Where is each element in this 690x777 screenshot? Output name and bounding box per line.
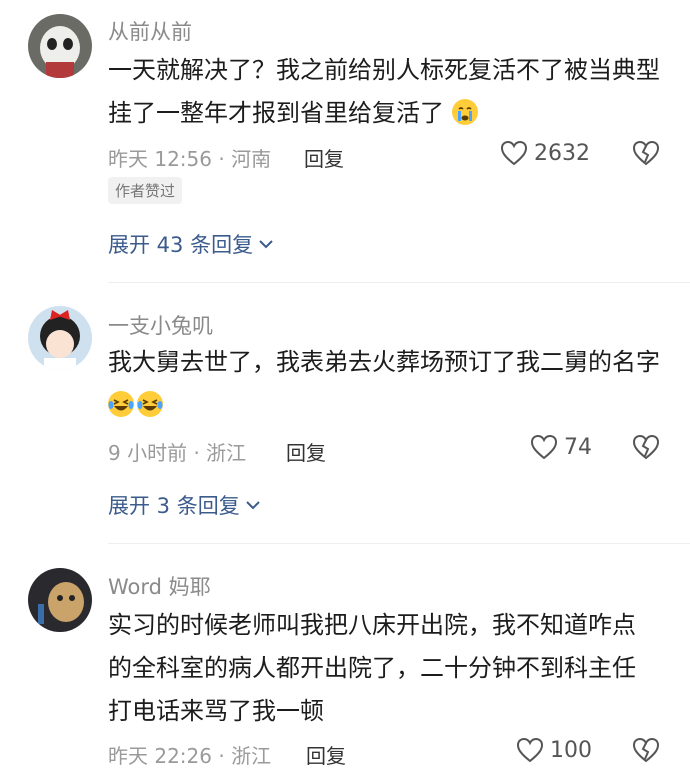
timestamp: 昨天 22:26 — [108, 744, 212, 768]
laughing-tears-emoji — [108, 391, 134, 417]
location: 浙江 — [206, 441, 247, 465]
broken-heart-icon — [632, 434, 660, 460]
crying-emoji — [451, 99, 478, 125]
dislike-button[interactable] — [632, 737, 660, 767]
like-button[interactable]: 2632 — [500, 140, 590, 166]
chevron-down-icon — [259, 240, 273, 249]
heart-icon — [500, 140, 528, 166]
username[interactable]: Word 妈耶 — [108, 571, 211, 601]
location: 河南 — [231, 147, 272, 171]
author-liked-badge: 作者赞过 — [108, 177, 183, 204]
divider — [108, 282, 690, 283]
divider — [108, 543, 690, 544]
like-count: 100 — [550, 737, 592, 763]
avatar[interactable] — [28, 568, 92, 632]
laughing-tears-emoji — [137, 391, 163, 417]
reply-button[interactable]: 回复 — [304, 143, 344, 172]
username[interactable]: 一支小兔叽 — [108, 310, 213, 340]
comment-text: 一天就解决了？我之前给别人标死复活不了被当典型挂了一整年才报到省里给复活了 — [108, 56, 660, 127]
like-count: 2632 — [534, 140, 590, 166]
broken-heart-icon — [632, 737, 660, 763]
like-button[interactable]: 100 — [516, 737, 592, 763]
comment-meta: 9 小时前 · 浙江 回复 — [108, 437, 326, 466]
heart-icon — [516, 737, 544, 763]
broken-heart-icon — [632, 140, 660, 166]
comment-meta: 昨天 22:26 · 浙江 回复 — [108, 740, 346, 769]
reply-button[interactable]: 回复 — [306, 740, 346, 769]
avatar[interactable] — [28, 14, 92, 78]
comment-meta: 昨天 12:56 · 河南 回复 — [108, 143, 344, 172]
reply-button[interactable]: 回复 — [286, 437, 326, 466]
avatar[interactable] — [28, 306, 92, 370]
dislike-button[interactable] — [632, 140, 660, 170]
location: 浙江 — [231, 744, 272, 768]
expand-replies-button[interactable]: 展开 3 条回复 — [108, 490, 263, 520]
expand-replies-button[interactable]: 展开 43 条回复 — [108, 229, 276, 259]
chevron-down-icon — [246, 501, 260, 510]
heart-icon — [530, 434, 558, 460]
like-button[interactable]: 74 — [530, 434, 592, 460]
comment-text: 我大舅去世了，我表弟去火葬场预订了我二舅的名字 — [108, 341, 668, 427]
timestamp: 昨天 12:56 — [108, 147, 212, 171]
timestamp: 9 小时前 — [108, 441, 188, 465]
username[interactable]: 从前从前 — [108, 16, 192, 46]
comment-text: 实习的时候老师叫我把八床开出院，我不知道咋点的全科室的病人都开出院了，二十分钟不… — [108, 611, 636, 725]
dislike-button[interactable] — [632, 434, 660, 464]
like-count: 74 — [564, 434, 592, 460]
